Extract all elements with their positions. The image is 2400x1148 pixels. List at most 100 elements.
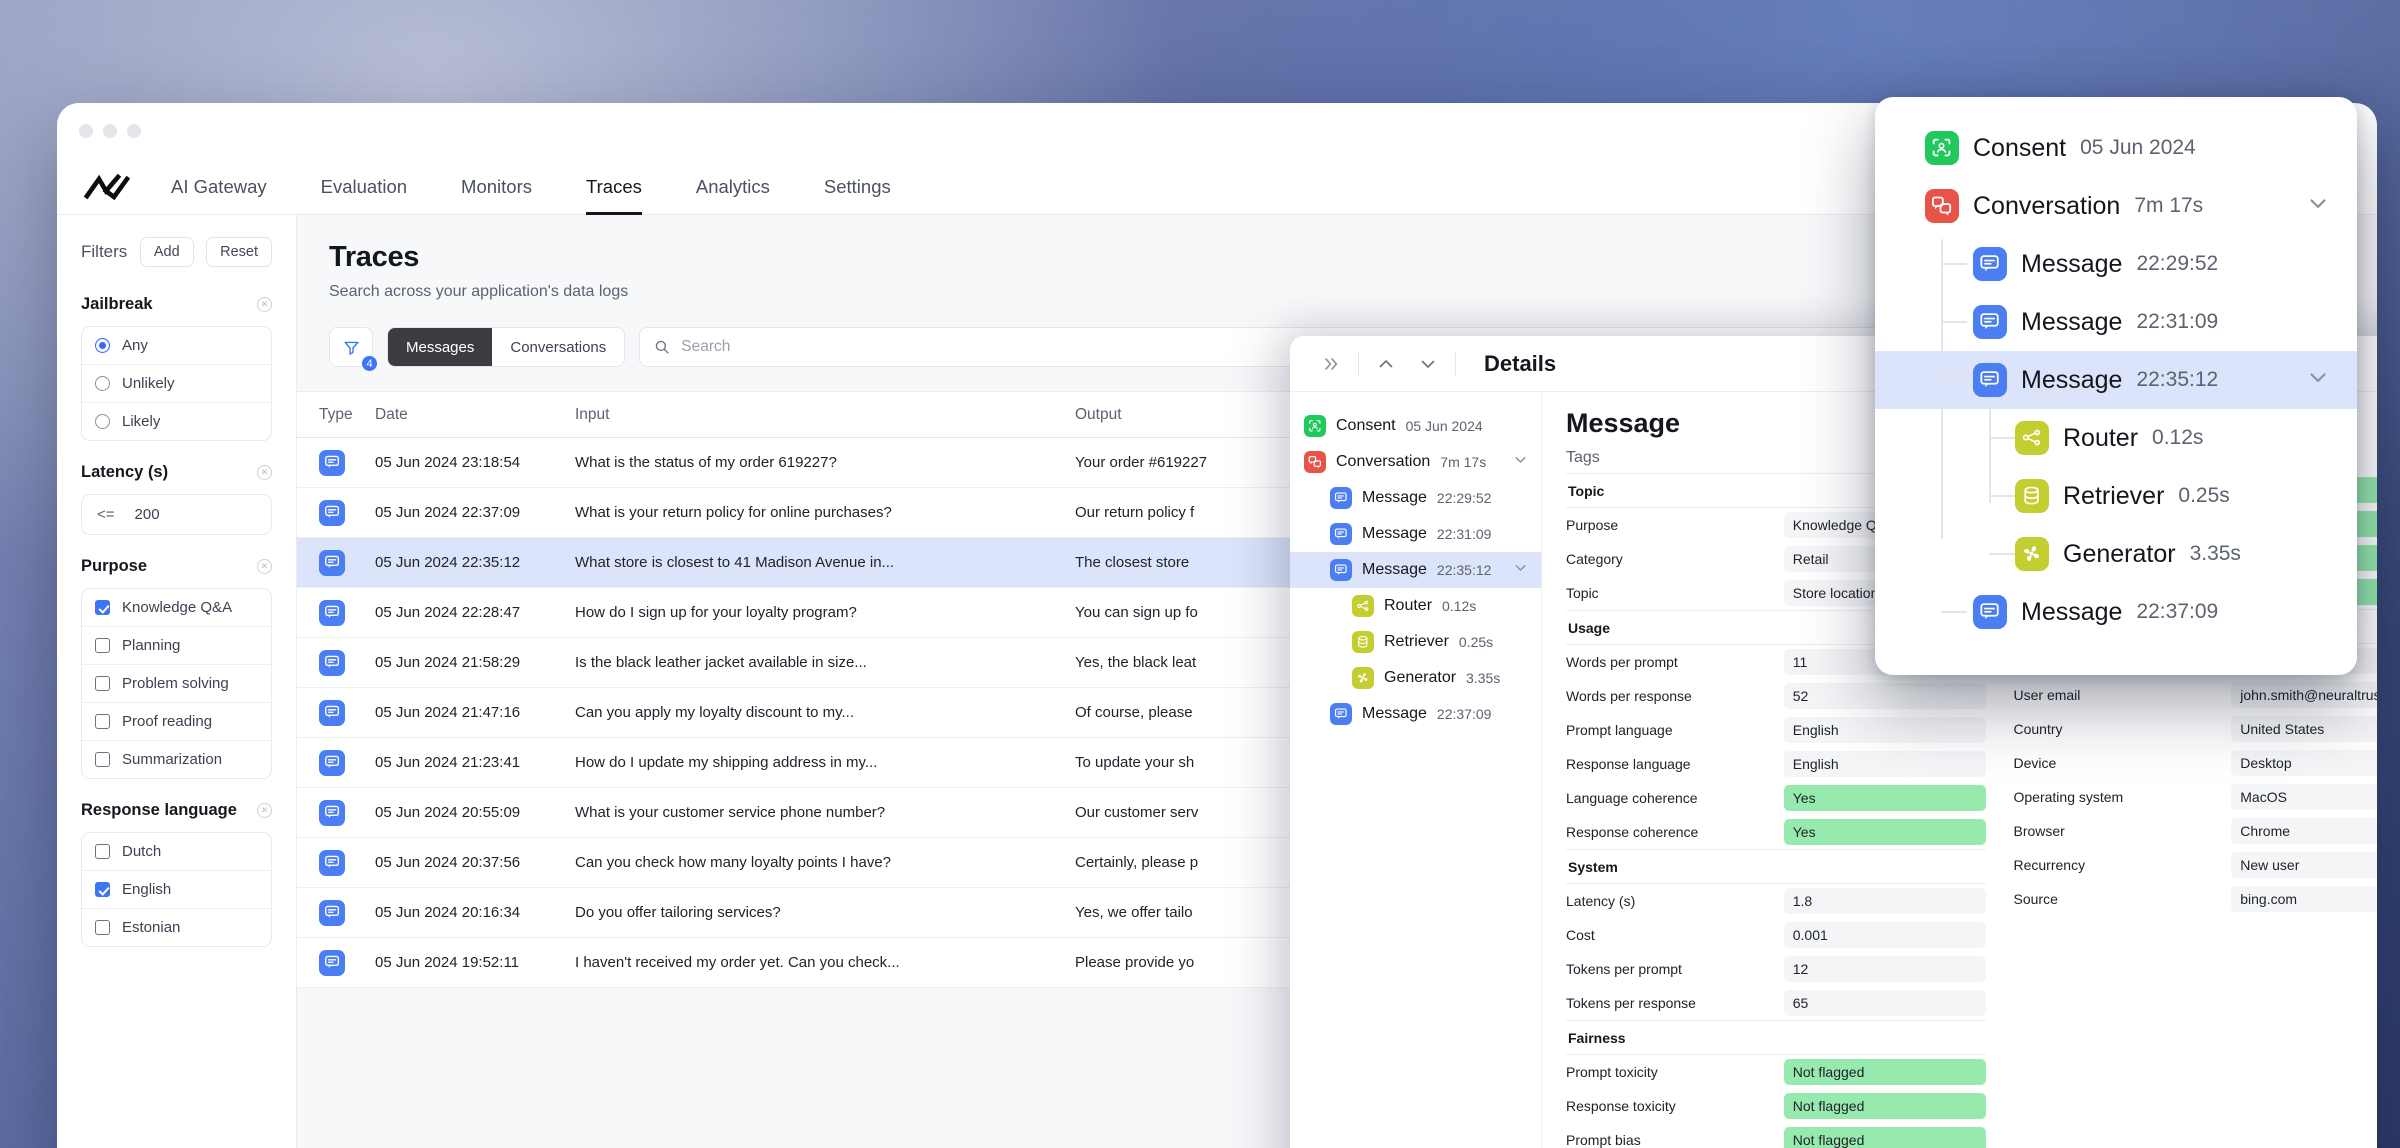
tag-key: Prompt toxicity [1566,1064,1776,1080]
next-trace-button[interactable] [1407,343,1449,385]
popup-tree-node-message[interactable]: Message22:31:09 [1875,293,2357,351]
row-input-cell: How do I update my shipping address in m… [575,754,1075,771]
latency-input[interactable]: <= 200 [81,494,272,535]
popup-tree-node-consent[interactable]: Consent05 Jun 2024 [1875,119,2357,177]
popup-node-label: Consent [1973,134,2066,163]
tree-node-message[interactable]: Message22:35:12 [1290,552,1541,588]
filter-option-problem-solving[interactable]: Problem solving [82,664,271,702]
checkbox-icon [95,600,110,615]
previous-trace-button[interactable] [1365,343,1407,385]
expand-toggle-icon[interactable] [2305,190,2331,223]
tag-value: United States [2231,716,2377,742]
row-input-cell: What is your return policy for online pu… [575,504,1075,521]
tree-node-meta: 3.35s [1466,670,1500,686]
tree-node-router[interactable]: Router0.12s [1290,588,1541,624]
filter-group-header: Latency (s) ✕ [81,463,272,482]
filter-group-header: Jailbreak ✕ [81,295,272,314]
clear-filter-icon[interactable]: ✕ [257,559,272,574]
expand-toggle-icon[interactable] [1512,451,1529,473]
tag-section-header: System [1566,849,1986,884]
popup-tree-node-generator[interactable]: Generator3.35s [1875,525,2357,583]
filter-option-knowledge-qa[interactable]: Knowledge Q&A [82,589,271,626]
filter-option-likely[interactable]: Likely [82,402,271,440]
popup-tree-node-router[interactable]: Router0.12s [1875,409,2357,467]
option-label: Estonian [122,919,180,936]
chevron-down-icon [2305,190,2331,216]
popup-tree-node-conversation[interactable]: Conversation7m 17s [1875,177,2357,235]
tag-key: Response language [1566,756,1776,772]
popup-tree-node-message[interactable]: Message22:35:12 [1875,351,2357,409]
option-label: Any [122,337,148,354]
tag-row: Response languageEnglish [1566,747,1986,781]
trace-tree-popup-card: Consent05 Jun 2024Conversation7m 17sMess… [1875,97,2357,675]
row-input-cell: I haven't received my order yet. Can you… [575,954,1075,971]
popup-tree-node-message[interactable]: Message22:29:52 [1875,235,2357,293]
popup-node-meta: 3.35s [2190,542,2241,566]
tree-node-consent[interactable]: Consent05 Jun 2024 [1290,408,1541,444]
radio-icon [95,338,110,353]
filter-toggle-button[interactable]: 4 [329,327,373,367]
tag-row: CountryUnited States [2014,712,2378,746]
chevron-down-icon [2305,364,2331,390]
clear-filter-icon[interactable]: ✕ [257,297,272,312]
row-input-cell: Can you apply my loyalty discount to my.… [575,704,1075,721]
filter-option-english[interactable]: English [82,870,271,908]
tag-row: Language coherenceYes [1566,781,1986,815]
tag-value: bing.com [2231,886,2377,912]
generator-icon [1352,667,1374,689]
clear-filter-icon[interactable]: ✕ [257,465,272,480]
clear-filter-icon[interactable]: ✕ [257,803,272,818]
tag-row: RecurrencyNew user [2014,848,2378,882]
tree-node-retriever[interactable]: Retriever0.25s [1290,624,1541,660]
expand-toggle-icon[interactable] [2305,364,2331,397]
filter-option-dutch[interactable]: Dutch [82,833,271,870]
tag-row: Operating systemMacOS [2014,780,2378,814]
minimize-window-button[interactable] [103,124,117,138]
latency-operator: <= [97,506,115,523]
popup-node-meta: 22:31:09 [2136,310,2218,334]
nav-item-ai-gateway[interactable]: AI Gateway [171,159,267,215]
tag-row: Words per response52 [1566,679,1986,713]
tree-node-message[interactable]: Message22:37:09 [1290,696,1541,732]
popup-tree-node-retriever[interactable]: Retriever0.25s [1875,467,2357,525]
message-icon [319,900,345,926]
checkbox-icon [95,714,110,729]
tag-value: Yes [1784,785,1986,811]
tab-messages[interactable]: Messages [388,328,492,366]
tab-conversations[interactable]: Conversations [492,328,624,366]
popup-node-label: Message [2021,250,2122,279]
tree-node-message[interactable]: Message22:31:09 [1290,516,1541,552]
nav-item-evaluation[interactable]: Evaluation [321,159,407,215]
nav-item-monitors[interactable]: Monitors [461,159,532,215]
tree-connector [1941,321,1967,323]
add-filter-button[interactable]: Add [140,237,194,267]
filter-count-badge: 4 [360,354,379,373]
filter-option-planning[interactable]: Planning [82,626,271,664]
tree-node-generator[interactable]: Generator3.35s [1290,660,1541,696]
nav-item-analytics[interactable]: Analytics [696,159,770,215]
row-type-cell [297,650,375,676]
filter-option-proof-reading[interactable]: Proof reading [82,702,271,740]
chevron-down-icon [1418,354,1438,374]
row-date-cell: 05 Jun 2024 22:28:47 [375,604,575,621]
tag-value: 0.001 [1784,922,1986,948]
nav-item-traces[interactable]: Traces [586,159,642,215]
popup-tree-node-message[interactable]: Message22:37:09 [1875,583,2357,641]
nav-item-settings[interactable]: Settings [824,159,891,215]
filter-option-any[interactable]: Any [82,327,271,364]
row-type-cell [297,550,375,576]
reset-filters-button[interactable]: Reset [206,237,272,267]
tag-key: Response coherence [1566,824,1776,840]
tree-node-message[interactable]: Message22:29:52 [1290,480,1541,516]
tag-row: Tokens per response65 [1566,986,1986,1020]
filter-option-summarization[interactable]: Summarization [82,740,271,778]
filter-option-unlikely[interactable]: Unlikely [82,364,271,402]
expand-toggle-icon[interactable] [1512,559,1529,581]
tag-row: Response toxicityNot flagged [1566,1089,1986,1123]
popup-node-label: Message [2021,366,2122,395]
tree-node-conversation[interactable]: Conversation7m 17s [1290,444,1541,480]
close-window-button[interactable] [79,124,93,138]
maximize-window-button[interactable] [127,124,141,138]
collapse-panel-button[interactable] [1310,343,1352,385]
filter-option-estonian[interactable]: Estonian [82,908,271,946]
